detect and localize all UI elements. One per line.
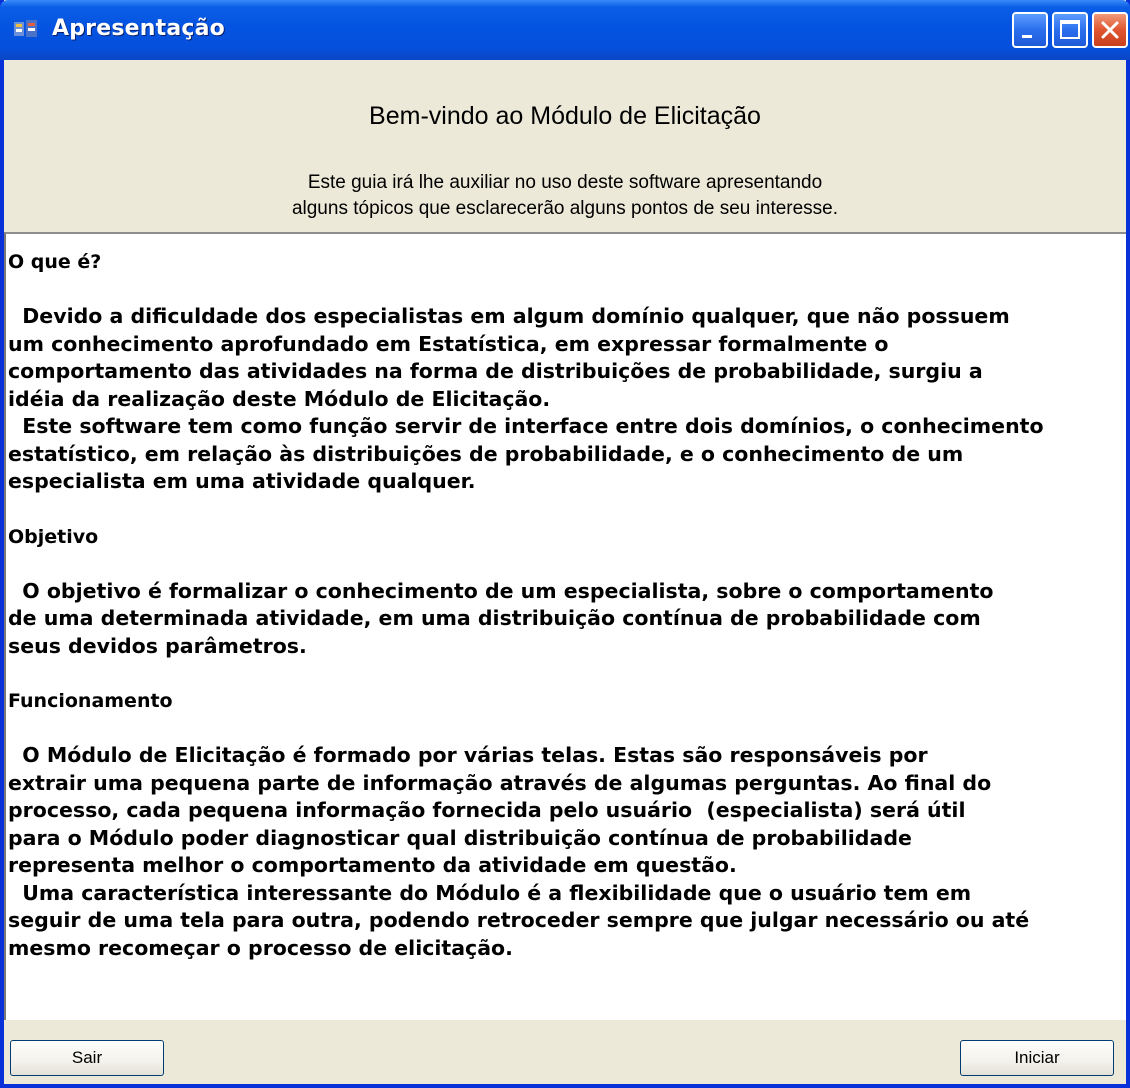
section-title-operation: Funcionamento	[8, 690, 173, 712]
section-body-what-is: Devido a dificuldade dos especialistas e…	[8, 304, 1044, 493]
intro-text: Este guia irá lhe auxiliar no uso deste …	[4, 170, 1126, 222]
section-title-what-is: O que é?	[8, 251, 102, 273]
minimize-icon	[1022, 35, 1032, 38]
maximize-icon	[1060, 20, 1080, 39]
intro-line-1: Este guia irá lhe auxiliar no uso deste …	[307, 172, 823, 193]
section-title-objective: Objetivo	[8, 525, 99, 548]
intro-line-2: alguns tópicos que esclarecerão alguns p…	[291, 198, 839, 219]
app-icon	[14, 20, 38, 38]
presentation-text-area[interactable]: O que é? Devido a dificuldade dos especi…	[4, 232, 1126, 1020]
app-window: Apresentação Bem-vindo ao Módulo de Elic…	[0, 0, 1130, 1088]
title-bar[interactable]: Apresentação	[0, 0, 1130, 60]
welcome-header: Bem-vindo ao Módulo de Elicitação Este g…	[4, 60, 1126, 232]
close-icon	[1101, 21, 1119, 39]
minimize-button[interactable]	[1012, 12, 1048, 48]
welcome-title: Bem-vindo ao Módulo de Elicitação	[369, 102, 761, 130]
window-title: Apresentação	[52, 16, 225, 41]
exit-button[interactable]: Sair	[10, 1040, 164, 1076]
section-body-operation: O Módulo de Elicitação é formado por vár…	[8, 743, 1030, 960]
maximize-button[interactable]	[1052, 12, 1088, 48]
presentation-document: O que é? Devido a dificuldade dos especi…	[8, 248, 1108, 962]
button-bar: Sair Iniciar	[4, 1020, 1126, 1084]
section-body-objective: O objetivo é formalizar o conhecimento d…	[8, 578, 994, 658]
start-button[interactable]: Iniciar	[960, 1040, 1114, 1076]
close-button[interactable]	[1092, 12, 1128, 48]
